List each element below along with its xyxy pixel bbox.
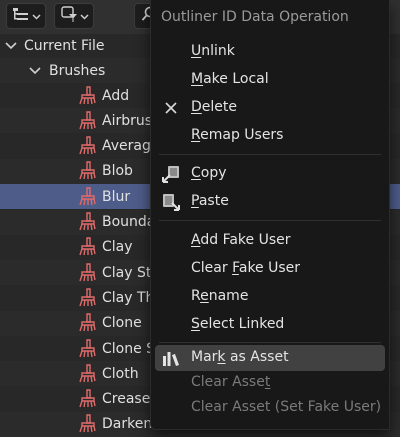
menu-item-unlink[interactable]: Unlink bbox=[155, 39, 385, 65]
brush-icon bbox=[76, 212, 96, 232]
menu-item-label: Remap Users bbox=[191, 127, 283, 143]
brush-icon bbox=[76, 364, 96, 384]
menu-item-label: Copy bbox=[191, 165, 227, 181]
label-rest: ake Local bbox=[203, 71, 269, 87]
brush-icon bbox=[76, 85, 96, 106]
mnemonic: t bbox=[264, 374, 271, 390]
menu-item-add-fake-user[interactable]: Add Fake User bbox=[155, 228, 385, 254]
mnemonic: k bbox=[217, 349, 226, 365]
label-rest: dd Fake User bbox=[200, 232, 291, 248]
brush-icon bbox=[76, 111, 96, 131]
label-part: Clear Asse bbox=[191, 374, 265, 390]
tree-item-label: Brushes bbox=[49, 62, 106, 79]
label-part: R bbox=[191, 288, 201, 304]
brush-icon bbox=[76, 389, 96, 409]
menu-separator bbox=[159, 154, 381, 155]
tree-item-label: Cloth bbox=[102, 365, 139, 382]
asset-library-icon bbox=[161, 348, 181, 368]
menu-item-label: Delete bbox=[191, 99, 237, 115]
menu-separator bbox=[159, 342, 381, 343]
menu-item-label: Add Fake User bbox=[191, 232, 291, 248]
menu-item-label: Paste bbox=[191, 193, 229, 209]
mnemonic: P bbox=[191, 193, 199, 209]
expand-arrow-icon[interactable] bbox=[4, 39, 18, 53]
label-rest: emap Users bbox=[200, 127, 284, 143]
tree-item-label: Add bbox=[102, 87, 130, 104]
menu-item-label: Clear Fake User bbox=[191, 260, 300, 276]
tree-item-label: Clay bbox=[102, 239, 133, 256]
label-rest: nlink bbox=[201, 43, 235, 59]
mnemonic: S bbox=[191, 316, 200, 332]
label-rest: aste bbox=[198, 193, 229, 209]
menu-item-select-linked[interactable]: Select Linked bbox=[155, 312, 385, 338]
copy-icon bbox=[161, 164, 181, 184]
menu-item-label: Clear Asset bbox=[191, 374, 270, 390]
expand-arrow-icon[interactable] bbox=[28, 64, 42, 78]
brush-icon bbox=[76, 262, 96, 283]
mnemonic: e bbox=[200, 288, 209, 304]
mnemonic: M bbox=[191, 71, 204, 87]
label-rest: ake User bbox=[238, 260, 301, 276]
menu-item-clear-asset[interactable]: Clear Asset bbox=[155, 370, 385, 396]
menu-item-make-local[interactable]: Make Local bbox=[155, 67, 385, 93]
filter-funnel-icon bbox=[60, 5, 78, 27]
chevron-down-icon bbox=[79, 8, 89, 24]
tree-item-label: Crease bbox=[102, 391, 151, 408]
label-rest: name bbox=[208, 288, 249, 304]
menu-item-clear-asset-set-fake-user[interactable]: Clear Asset (Set Fake User) bbox=[155, 395, 385, 421]
mnemonic: D bbox=[191, 99, 202, 115]
menu-item-label: Mark as Asset bbox=[191, 349, 289, 365]
brush-icon bbox=[76, 161, 96, 181]
brush-icon bbox=[76, 288, 96, 308]
menu-item-label: Unlink bbox=[191, 43, 235, 59]
tree-item-label: Current File bbox=[24, 37, 105, 54]
menu-item-copy[interactable]: Copy bbox=[155, 161, 385, 187]
brush-icon bbox=[76, 136, 96, 156]
label-part: Clear bbox=[191, 260, 233, 276]
label-rest: elect Linked bbox=[199, 316, 285, 332]
brush-icon bbox=[76, 186, 96, 207]
mnemonic: U bbox=[191, 43, 202, 59]
mnemonic: A bbox=[191, 232, 201, 248]
tree-item-label: Blob bbox=[102, 163, 133, 180]
menu-item-remap-users[interactable]: Remap Users bbox=[155, 123, 385, 149]
menu-item-label: Rename bbox=[191, 288, 248, 304]
label-rest: as Asset bbox=[225, 349, 289, 365]
context-menu: Outliner ID Data Operation Unlink Make L… bbox=[150, 0, 390, 430]
mnemonic: F bbox=[232, 260, 239, 276]
menu-title: Outliner ID Data Operation bbox=[161, 9, 349, 25]
chevron-down-icon bbox=[31, 8, 41, 24]
brush-icon bbox=[76, 414, 96, 434]
brush-icon bbox=[76, 338, 96, 359]
paste-icon bbox=[161, 192, 181, 212]
label-part: Mar bbox=[191, 349, 218, 365]
tree-item-label: Clone bbox=[102, 315, 142, 332]
menu-item-rename[interactable]: Rename bbox=[155, 284, 385, 310]
tree-item-label: Blur bbox=[102, 188, 131, 205]
menu-item-label: Make Local bbox=[191, 71, 269, 87]
brush-icon bbox=[76, 237, 96, 257]
mnemonic: C bbox=[191, 165, 201, 181]
label-rest: elete bbox=[201, 99, 237, 115]
mnemonic: R bbox=[191, 127, 201, 143]
menu-item-delete[interactable]: Delete bbox=[155, 95, 385, 121]
brush-icon bbox=[76, 313, 96, 333]
menu-item-clear-fake-user[interactable]: Clear Fake User bbox=[155, 256, 385, 282]
menu-separator bbox=[159, 220, 381, 221]
label-rest: opy bbox=[200, 165, 227, 181]
close-icon bbox=[161, 98, 181, 118]
menu-item-mark-as-asset[interactable]: Mark as Asset bbox=[155, 345, 385, 371]
filter-dropdown[interactable] bbox=[54, 3, 94, 29]
menu-item-paste[interactable]: Paste bbox=[155, 189, 385, 215]
outliner-tree-icon bbox=[12, 6, 30, 26]
display-mode-dropdown[interactable] bbox=[6, 3, 46, 29]
menu-item-label: Select Linked bbox=[191, 316, 284, 332]
menu-item-label: Clear Asset (Set Fake User) bbox=[191, 399, 382, 415]
